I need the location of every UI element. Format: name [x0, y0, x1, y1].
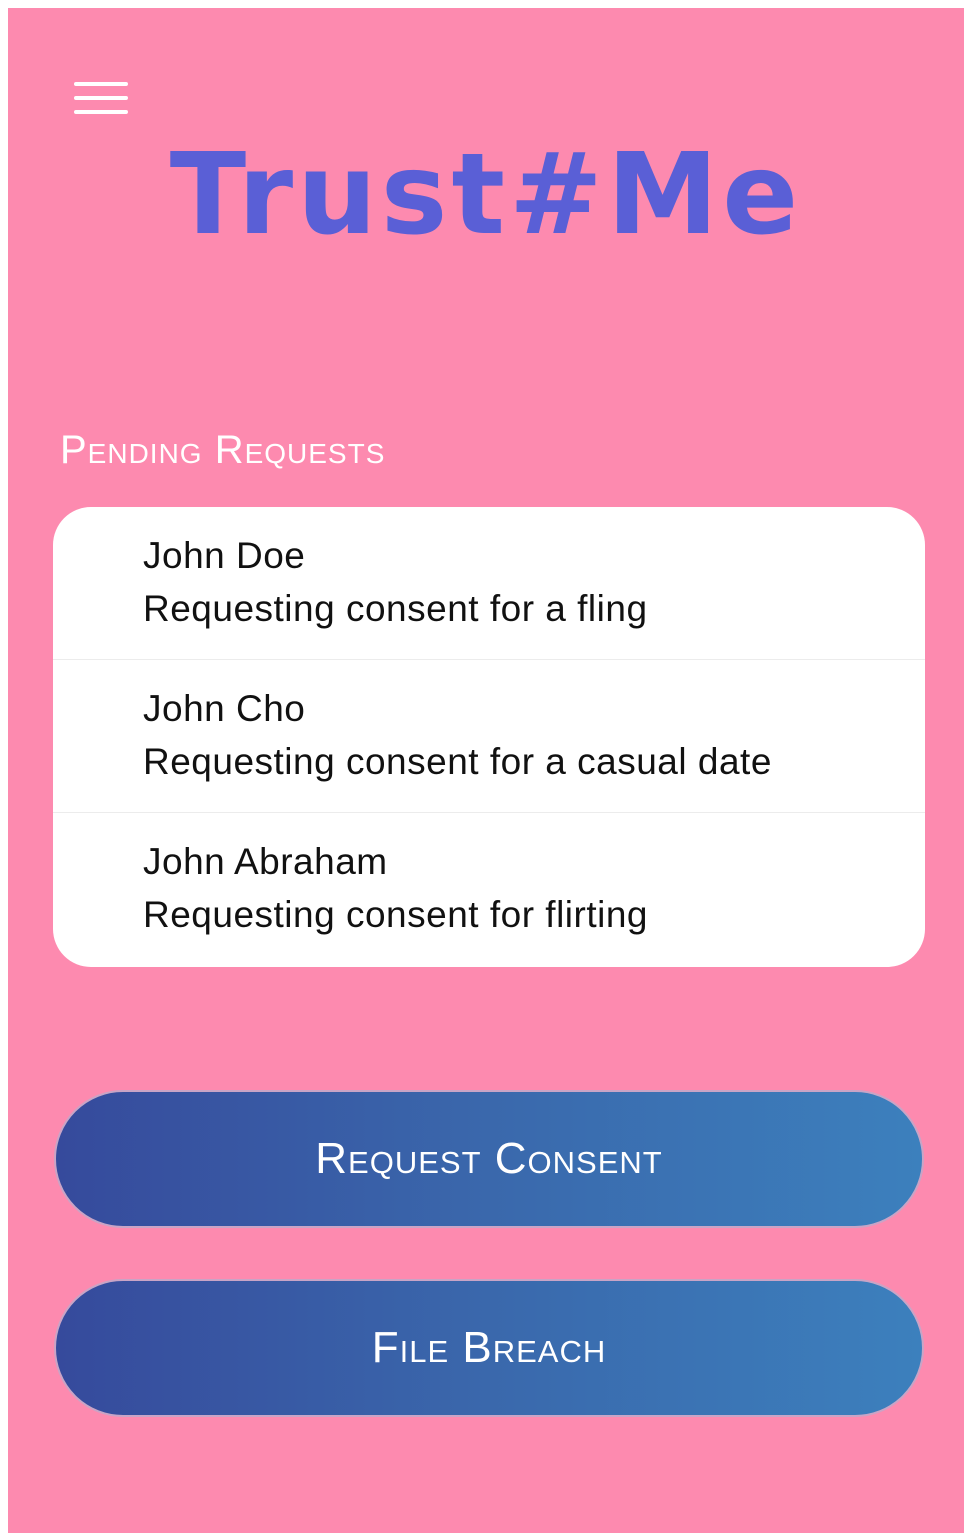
request-description: Requesting consent for flirting	[143, 894, 648, 935]
menu-line	[74, 110, 128, 114]
request-description: Requesting consent for a fling	[143, 588, 648, 629]
request-name: John Abraham	[143, 841, 388, 882]
request-consent-label: Request Consent	[315, 1134, 663, 1183]
app-title: Trust#Me	[169, 130, 803, 260]
request-name: John Cho	[143, 688, 306, 729]
request-name: John Doe	[143, 535, 306, 576]
app-screen: Trust#Me Pending Requests John Doe Reque…	[8, 8, 964, 1533]
request-item-john-doe[interactable]: John Doe Requesting consent for a fling	[53, 507, 925, 660]
pending-requests-title: Pending Requests	[60, 428, 386, 472]
file-breach-label: File Breach	[371, 1323, 607, 1372]
file-breach-button[interactable]: File Breach	[54, 1279, 924, 1417]
hamburger-menu-icon[interactable]	[74, 80, 130, 120]
request-description: Requesting consent for a casual date	[143, 741, 772, 782]
menu-line	[74, 82, 128, 86]
request-consent-button[interactable]: Request Consent	[54, 1090, 924, 1228]
request-item-john-cho[interactable]: John Cho Requesting consent for a casual…	[53, 660, 925, 813]
request-item-john-abraham[interactable]: John Abraham Requesting consent for flir…	[53, 813, 925, 966]
menu-line	[74, 96, 128, 100]
pending-requests-list: John Doe Requesting consent for a fling …	[53, 507, 925, 967]
